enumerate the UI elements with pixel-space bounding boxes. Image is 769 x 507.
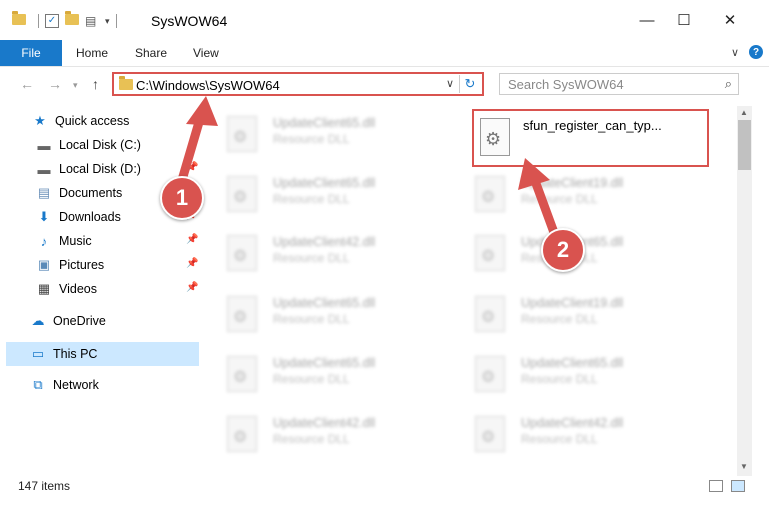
annotation-badge-2: 2 — [541, 228, 585, 272]
annotation-arrowhead-1 — [186, 96, 218, 126]
annotation-arrows — [177, 96, 561, 243]
explorer-window: ✓ ▤ ▾ SysWOW64 — ☐ ✕ File Home Share Vie… — [0, 0, 769, 507]
annotation-badge-1: 1 — [160, 176, 204, 220]
annotation-arrow-2 — [529, 173, 561, 243]
